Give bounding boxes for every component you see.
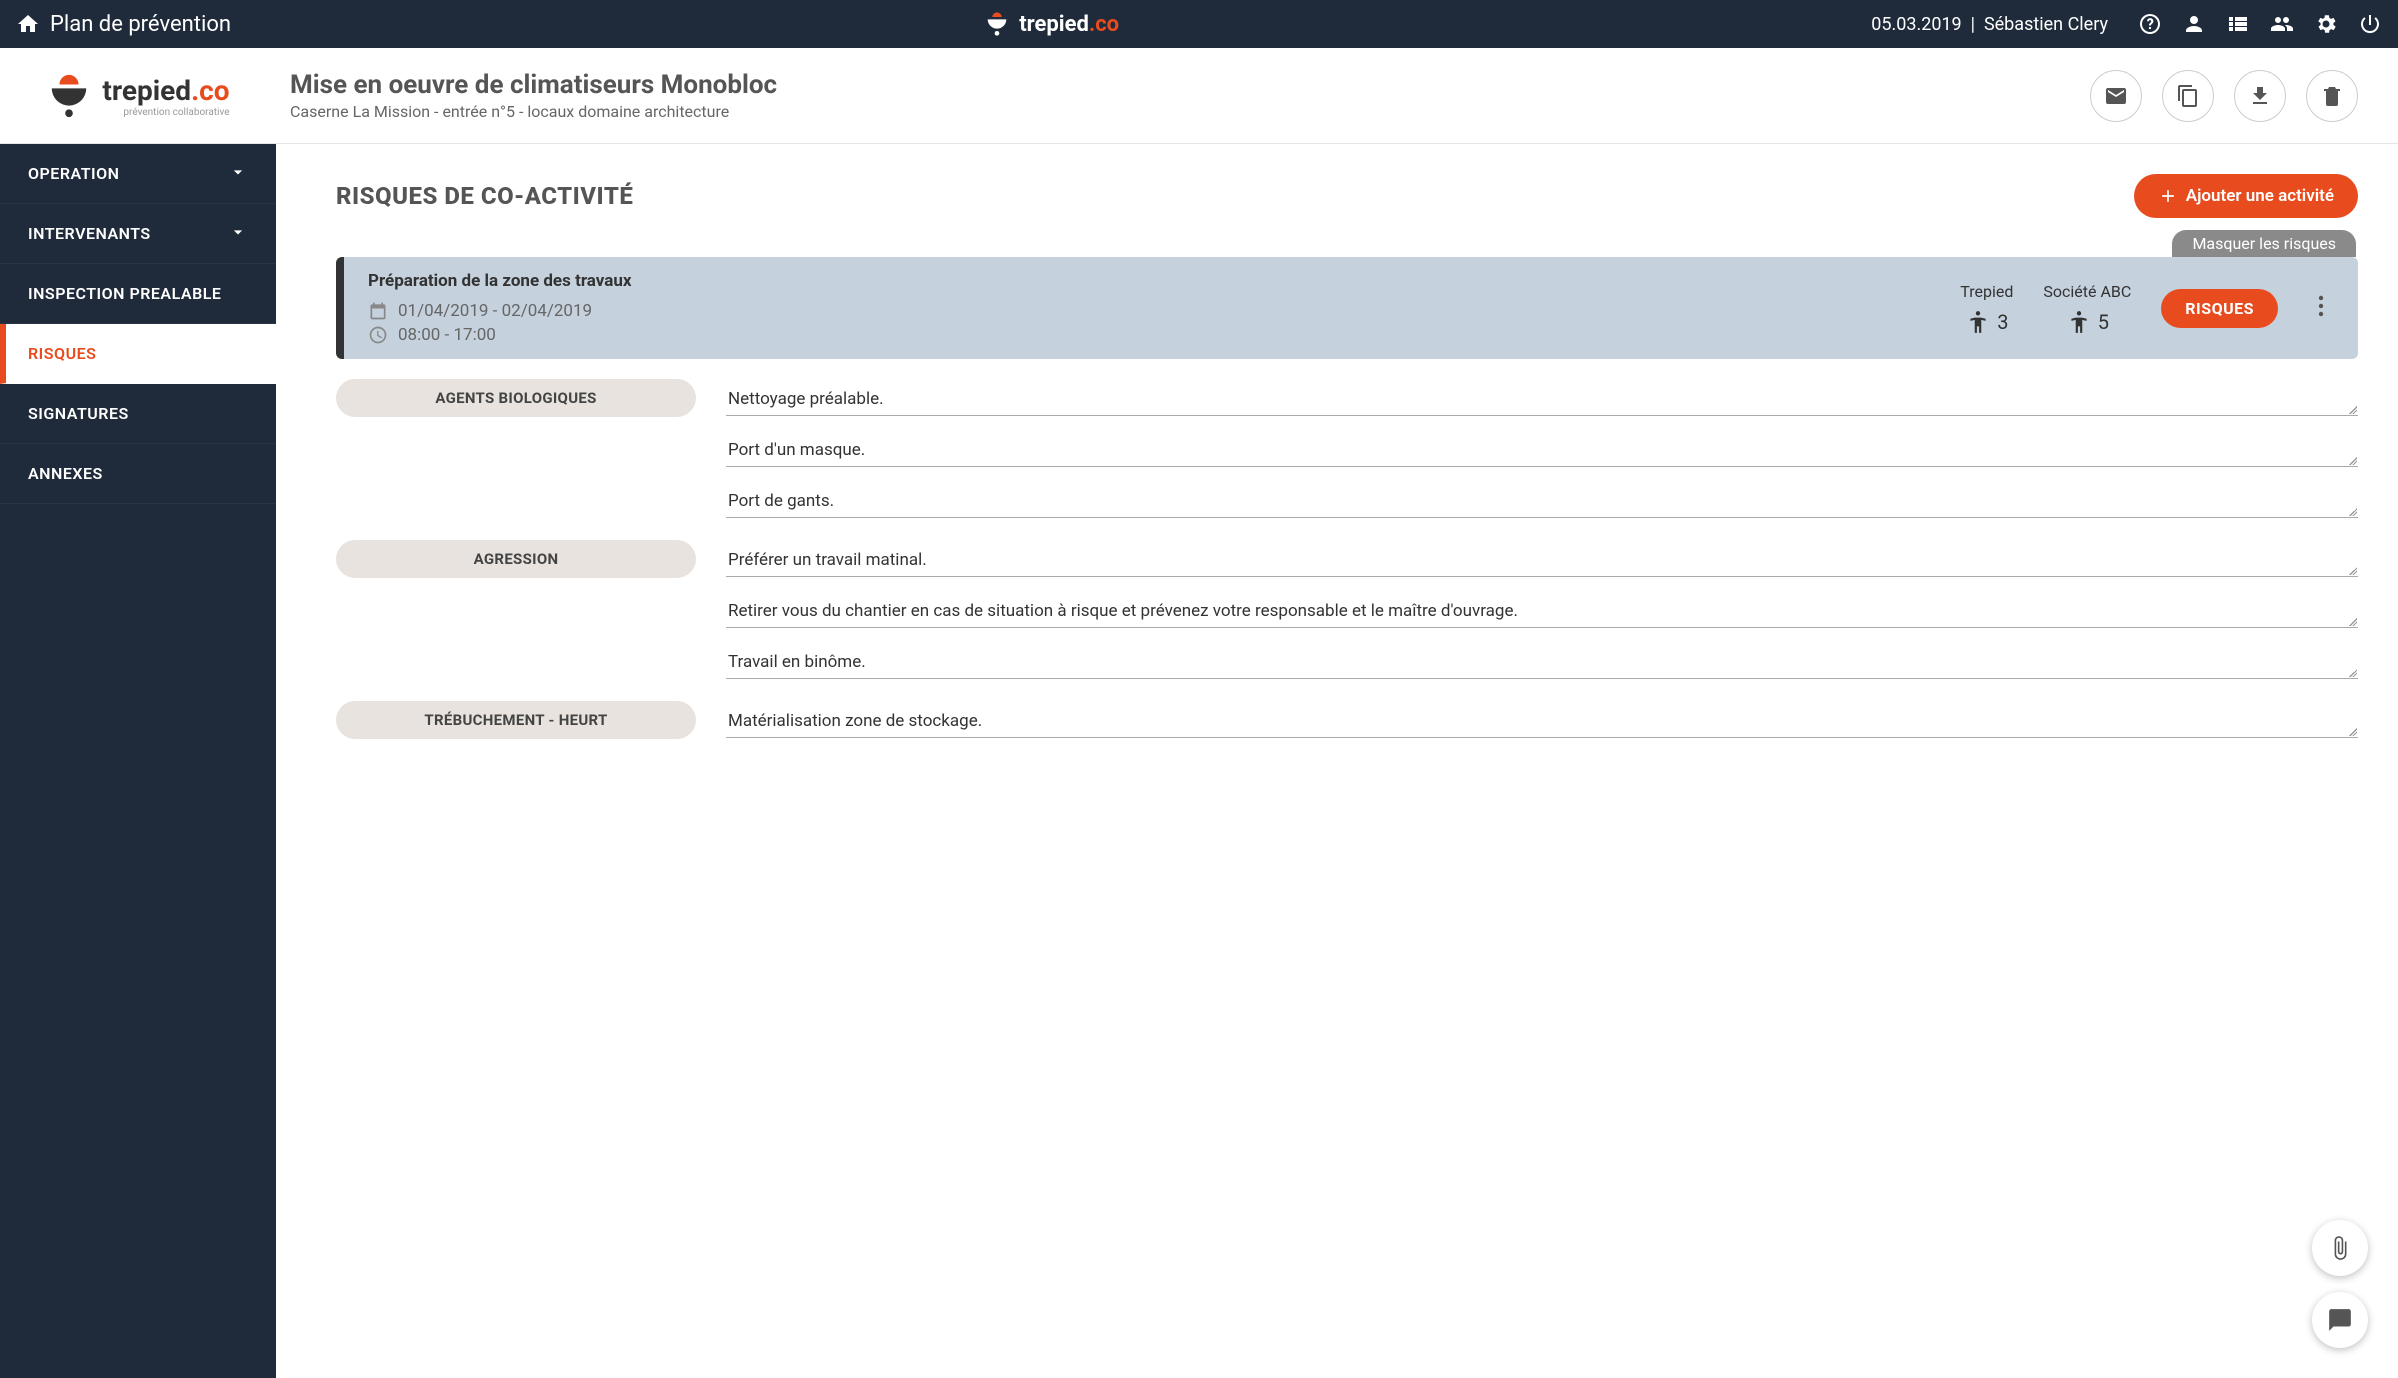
sidebar-item-label: SIGNATURES bbox=[28, 404, 129, 423]
risk-category-pill[interactable]: AGRESSION bbox=[336, 540, 696, 578]
delete-button[interactable] bbox=[2306, 70, 2358, 122]
mask-risks-button[interactable]: Masquer les risques bbox=[2172, 230, 2356, 257]
list-icon bbox=[2226, 12, 2250, 36]
measure-field[interactable]: Port de gants. bbox=[726, 481, 2358, 518]
email-button[interactable] bbox=[2090, 70, 2142, 122]
chat-icon bbox=[2327, 1307, 2353, 1333]
breadcrumb-home[interactable]: Plan de prévention bbox=[16, 12, 231, 37]
sidebar-item-annexes[interactable]: ANNEXES bbox=[0, 444, 276, 504]
settings-button[interactable] bbox=[2314, 12, 2338, 36]
sidebar-item-label: INTERVENANTS bbox=[28, 224, 151, 243]
risk-row: AGENTS BIOLOGIQUES Nettoyage préalable. Po… bbox=[336, 379, 2358, 532]
topbar: Plan de prévention trepied.co 05.03.2019… bbox=[0, 0, 2398, 48]
fab-column bbox=[2312, 1220, 2368, 1348]
copy-button[interactable] bbox=[2162, 70, 2214, 122]
help-icon bbox=[2138, 12, 2162, 36]
sidebar-item-operation[interactable]: OPERATION bbox=[0, 144, 276, 204]
download-button[interactable] bbox=[2234, 70, 2286, 122]
activity-more-button[interactable] bbox=[2308, 294, 2334, 322]
project-title-block: Mise en oeuvre de climatiseurs Monobloc … bbox=[276, 70, 2090, 121]
measure-field[interactable]: Nettoyage préalable. bbox=[726, 379, 2358, 416]
activity-card: Préparation de la zone des travaux 01/04… bbox=[336, 257, 2358, 359]
clock-icon bbox=[368, 325, 388, 345]
risques-chip[interactable]: RISQUES bbox=[2161, 289, 2278, 328]
trash-icon bbox=[2320, 84, 2344, 108]
section-heading: RISQUES DE CO-ACTIVITÉ bbox=[336, 182, 633, 210]
help-button[interactable] bbox=[2138, 12, 2162, 36]
activity-title: Préparation de la zone des travaux bbox=[368, 271, 1930, 291]
brand-logo-icon bbox=[983, 10, 1011, 38]
app-logo[interactable]: trepied.co prévention collaborative bbox=[0, 73, 276, 119]
paperclip-icon bbox=[2327, 1235, 2353, 1261]
person-standing-icon bbox=[2066, 309, 2092, 335]
risk-list: AGENTS BIOLOGIQUES Nettoyage préalable. Po… bbox=[336, 379, 2358, 752]
plus-icon bbox=[2158, 186, 2178, 206]
measure-field[interactable]: Matérialisation zone de stockage. bbox=[726, 701, 2358, 738]
risk-category-pill[interactable]: TRÉBUCHEMENT - HEURT bbox=[336, 701, 696, 739]
app-logo-icon bbox=[46, 73, 92, 119]
project-title: Mise en oeuvre de climatiseurs Monobloc bbox=[290, 70, 2090, 100]
measure-field[interactable]: Port d'un masque. bbox=[726, 430, 2358, 467]
activity-hours: 08:00 - 17:00 bbox=[368, 325, 1930, 345]
sidebar-item-signatures[interactable]: SIGNATURES bbox=[0, 384, 276, 444]
sidebar-item-intervenants[interactable]: INTERVENANTS bbox=[0, 204, 276, 264]
sidebar-item-label: RISQUES bbox=[28, 344, 96, 363]
team-button[interactable] bbox=[2270, 12, 2294, 36]
chevron-down-icon bbox=[228, 222, 248, 246]
subheader: trepied.co prévention collaborative Mise… bbox=[0, 48, 2398, 144]
page-title: Plan de prévention bbox=[50, 12, 231, 37]
account-button[interactable] bbox=[2182, 12, 2206, 36]
risk-measures: Préférer un travail matinal. Retirer vous… bbox=[726, 540, 2358, 693]
sidebar-item-inspection-prealable[interactable]: INSPECTION PREALABLE bbox=[0, 264, 276, 324]
risk-row: TRÉBUCHEMENT - HEURT Matérialisation zone… bbox=[336, 701, 2358, 752]
sidebar-item-label: ANNEXES bbox=[28, 464, 103, 483]
topbar-meta: 05.03.2019 | Sébastien Clery bbox=[1871, 14, 2108, 35]
activity-dates: 01/04/2019 - 02/04/2019 bbox=[368, 301, 1930, 321]
risk-measures: Nettoyage préalable. Port d'un masque. Por… bbox=[726, 379, 2358, 532]
sidebar-item-label: OPERATION bbox=[28, 164, 119, 183]
power-button[interactable] bbox=[2358, 12, 2382, 36]
measure-field[interactable]: Préférer un travail matinal. bbox=[726, 540, 2358, 577]
email-icon bbox=[2104, 84, 2128, 108]
add-activity-button[interactable]: Ajouter une activité bbox=[2134, 174, 2358, 218]
person-icon bbox=[2182, 12, 2206, 36]
header-actions bbox=[2090, 70, 2398, 122]
sidebar-item-risques[interactable]: RISQUES bbox=[0, 324, 276, 384]
topbar-right: 05.03.2019 | Sébastien Clery bbox=[1871, 12, 2382, 36]
project-subtitle: Caserne La Mission - entrée n°5 - locaux… bbox=[290, 102, 2090, 121]
risk-measures: Matérialisation zone de stockage. bbox=[726, 701, 2358, 752]
download-icon bbox=[2248, 84, 2272, 108]
attach-fab[interactable] bbox=[2312, 1220, 2368, 1276]
chat-fab[interactable] bbox=[2312, 1292, 2368, 1348]
main-content: RISQUES DE CO-ACTIVITÉ Ajouter une activ… bbox=[276, 144, 2398, 1378]
topbar-brand: trepied.co bbox=[231, 10, 1871, 38]
logo-tagline: prévention collaborative bbox=[102, 107, 229, 118]
sidebar: OPERATION INTERVENANTS INSPECTION PREALABL… bbox=[0, 144, 276, 1378]
copy-icon bbox=[2176, 84, 2200, 108]
sidebar-item-label: INSPECTION PREALABLE bbox=[28, 284, 221, 303]
risk-row: AGRESSION Préférer un travail matinal. Ret… bbox=[336, 540, 2358, 693]
person-standing-icon bbox=[1965, 309, 1991, 335]
party-2: Société ABC 5 bbox=[2043, 282, 2131, 335]
calendar-icon bbox=[368, 301, 388, 321]
power-icon bbox=[2358, 12, 2382, 36]
gear-icon bbox=[2314, 12, 2338, 36]
measure-field[interactable]: Travail en binôme. bbox=[726, 642, 2358, 679]
chevron-down-icon bbox=[228, 162, 248, 186]
measure-field[interactable]: Retirer vous du chantier en cas de situa… bbox=[726, 591, 2358, 628]
people-icon bbox=[2270, 12, 2294, 36]
home-icon bbox=[16, 12, 40, 36]
risk-category-pill[interactable]: AGENTS BIOLOGIQUES bbox=[336, 379, 696, 417]
party-1: Trepied 3 bbox=[1960, 282, 2013, 335]
more-vert-icon bbox=[2318, 294, 2324, 318]
list-button[interactable] bbox=[2226, 12, 2250, 36]
